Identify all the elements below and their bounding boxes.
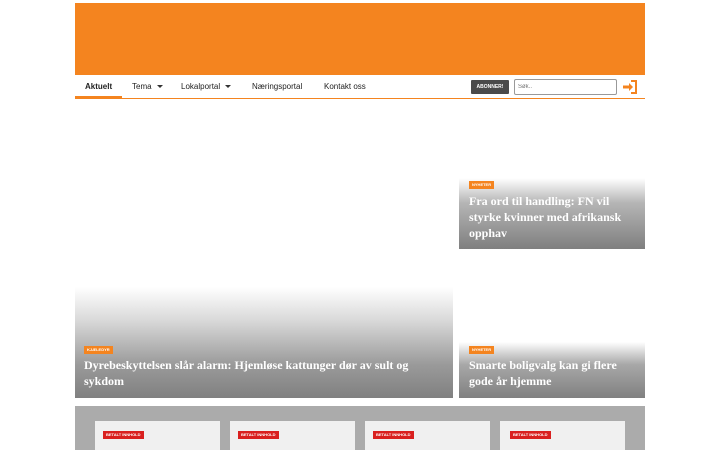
- nav-item-aktuelt[interactable]: Aktuelt: [75, 75, 123, 98]
- nav-item-lokalportal-label: Lokalportal: [181, 82, 221, 91]
- paid-content-card[interactable]: BETALT INNHOLD: [500, 421, 625, 450]
- ad-banner: [75, 3, 645, 75]
- paid-content-badge: BETALT INNHOLD: [373, 431, 414, 439]
- paid-content-section: BETALT INNHOLD BETALT INNHOLD BETALT INN…: [75, 406, 645, 450]
- article-card[interactable]: NYHETER Smarte boligvalg kan gi flere go…: [459, 342, 645, 398]
- caret-down-icon: [156, 85, 163, 89]
- nav-item-kontakt-oss[interactable]: Kontakt oss: [324, 75, 366, 98]
- article-card[interactable]: NYHETER Fra ord til handling: FN vil sty…: [459, 178, 645, 249]
- subscribe-button[interactable]: ABONNER!: [471, 80, 509, 94]
- paid-content-badge: BETALT INNHOLD: [510, 431, 551, 439]
- nav-item-naeringsportal[interactable]: Næringsportal: [252, 75, 302, 98]
- category-badge: NYHETER: [469, 181, 495, 189]
- article-headline[interactable]: Smarte boligvalg kan gi flere gode år hj…: [469, 357, 639, 389]
- paid-content-badge: BETALT INNHOLD: [103, 431, 144, 439]
- nav-item-tema[interactable]: Tema: [132, 75, 163, 98]
- article-headline[interactable]: Fra ord til handling: FN vil styrke kvin…: [469, 193, 639, 241]
- paid-content-card[interactable]: BETALT INNHOLD: [230, 421, 355, 450]
- paid-content-card[interactable]: BETALT INNHOLD: [95, 421, 220, 450]
- paid-content-badge: BETALT INNHOLD: [238, 431, 279, 439]
- category-badge: NYHETER: [469, 346, 495, 354]
- article-headline[interactable]: Dyrebeskyttelsen slår alarm: Hjemløse ka…: [84, 357, 449, 389]
- caret-down-icon: [225, 85, 232, 89]
- search-input[interactable]: [514, 79, 617, 95]
- article-card[interactable]: KJÆLEDYR Dyrebeskyttelsen slår alarm: Hj…: [75, 287, 453, 398]
- main-navigation: Aktuelt Tema Lokalportal Næringsportal K…: [75, 75, 645, 99]
- nav-item-lokalportal[interactable]: Lokalportal: [181, 75, 232, 98]
- sign-in-icon[interactable]: [622, 79, 638, 95]
- paid-content-card[interactable]: BETALT INNHOLD: [365, 421, 490, 450]
- nav-item-tema-label: Tema: [132, 82, 152, 91]
- category-badge: KJÆLEDYR: [84, 346, 113, 354]
